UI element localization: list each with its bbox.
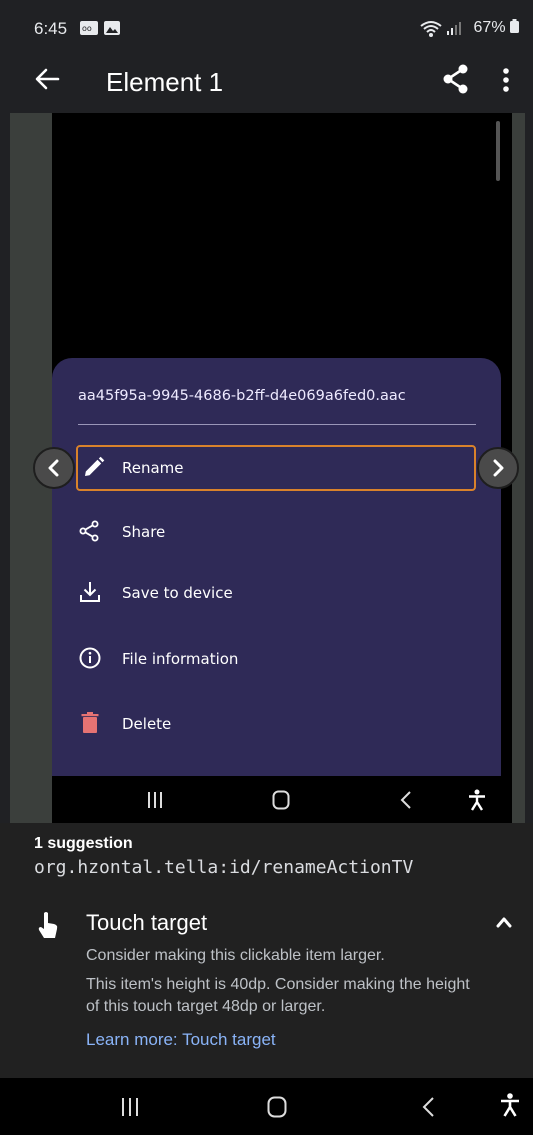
status-bar: 6:45 oo 67%: [0, 0, 533, 60]
more-options-icon[interactable]: [502, 67, 510, 100]
chevron-up-icon[interactable]: [496, 915, 512, 933]
menu-item-delete[interactable]: Delete: [78, 703, 474, 745]
trash-icon: [78, 711, 104, 737]
home-icon: [272, 790, 290, 815]
menu-item-label: Delete: [122, 715, 172, 733]
battery-percent: 67%: [473, 19, 506, 36]
image-icon: [104, 21, 120, 38]
battery-status: 67%: [474, 19, 519, 37]
download-icon: [78, 580, 104, 606]
info-icon: [78, 646, 104, 672]
menu-item-share[interactable]: Share: [78, 511, 474, 553]
menu-item-rename[interactable]: Rename: [76, 445, 476, 491]
home-icon[interactable]: [267, 1096, 287, 1123]
battery-icon: [510, 19, 519, 33]
touch-hand-icon: [36, 911, 60, 946]
signal-icon: [446, 20, 462, 39]
suggestion-text-1: Consider making this clickable item larg…: [86, 947, 385, 964]
menu-item-label: File information: [122, 650, 239, 668]
previous-element-button[interactable]: [33, 447, 75, 489]
system-nav-bar: [0, 1078, 533, 1135]
divider: [78, 424, 476, 425]
suggestion-count: 1 suggestion: [34, 835, 133, 852]
accessibility-icon: [468, 789, 486, 816]
menu-item-label: Save to device: [122, 584, 233, 602]
recents-icon: [147, 791, 163, 814]
back-icon[interactable]: [421, 1097, 435, 1122]
back-arrow-icon[interactable]: [34, 66, 60, 99]
next-element-button[interactable]: [477, 447, 519, 489]
suggestion-title: Touch target: [86, 910, 208, 935]
back-icon: [400, 791, 412, 814]
app-bar: Element 1: [0, 60, 533, 112]
suggestion-panel: 1 suggestion org.hzontal.tella:id/rename…: [0, 823, 533, 1078]
notification-icon: oo: [80, 21, 98, 38]
menu-item-save-to-device[interactable]: Save to device: [78, 572, 474, 614]
suggestion-text-2: This item's height is 40dp. Consider mak…: [86, 976, 470, 1015]
learn-more-link[interactable]: Learn more: Touch target: [86, 1030, 276, 1050]
share-icon: [78, 519, 104, 545]
svg-text:oo: oo: [82, 24, 92, 33]
status-time: 6:45: [34, 19, 68, 38]
chevron-left-icon: [48, 459, 59, 477]
chevron-right-icon: [493, 459, 504, 477]
accessibility-icon[interactable]: [500, 1093, 520, 1122]
file-actions-sheet: aa45f95a-9945-4686-b2ff-d4e069a6fed0.aac…: [52, 358, 501, 778]
wifi-icon: [420, 20, 442, 41]
pencil-icon: [82, 455, 108, 481]
menu-item-file-information[interactable]: File information: [78, 638, 474, 680]
menu-item-label: Share: [122, 523, 166, 541]
page-title: Element 1: [106, 67, 224, 97]
share-icon[interactable]: [441, 62, 471, 101]
file-name: aa45f95a-9945-4686-b2ff-d4e069a6fed0.aac: [78, 388, 406, 404]
recents-icon[interactable]: [121, 1097, 139, 1122]
menu-item-label: Rename: [122, 459, 184, 477]
scroll-thumb: [496, 121, 500, 181]
view-id: org.hzontal.tella:id/renameActionTV: [34, 857, 414, 878]
preview-nav-bar: [52, 776, 501, 823]
